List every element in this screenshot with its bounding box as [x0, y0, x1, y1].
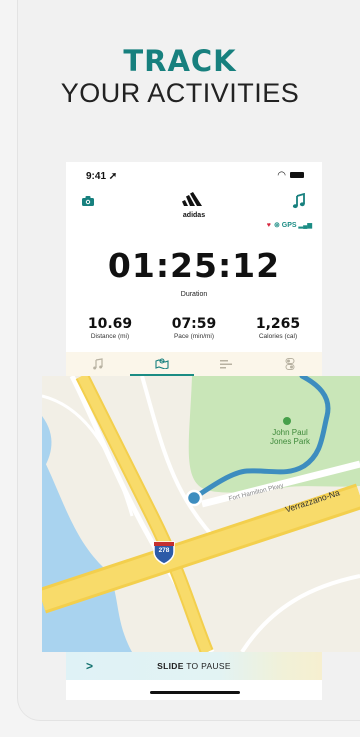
home-indicator[interactable]	[150, 691, 240, 694]
route-start-marker	[185, 489, 203, 507]
tab-settings[interactable]	[258, 352, 322, 376]
headline-subtitle: YOUR ACTIVITIES	[60, 78, 300, 108]
highway-shield-number: 278	[158, 547, 170, 554]
route-map[interactable]: John Paul Jones Park Fort Hamilton Pkwy …	[42, 376, 360, 652]
view-tabbar	[66, 352, 322, 376]
sensor-status: ♥ ⊚ GPS ▂▄▆	[267, 221, 312, 229]
toggle-icon	[285, 358, 295, 370]
signal-icon: ⊚	[273, 222, 280, 229]
camera-icon[interactable]	[82, 196, 94, 206]
wifi-icon: ◠	[277, 170, 286, 181]
stat-value: 10.69	[87, 316, 133, 332]
gps-label: GPS	[281, 222, 297, 229]
stat-value: 1,265	[255, 316, 301, 332]
stats-icon	[220, 360, 232, 369]
stat-pace: 07:59 Pace (min/mi)	[154, 316, 234, 340]
battery-icon	[290, 172, 304, 179]
stat-calories: 1,265 Calories (cal)	[238, 316, 318, 340]
music-icon	[93, 358, 103, 370]
gps-signal-bars-icon: ▂▄▆	[298, 223, 312, 229]
headline-title: TRACK	[123, 44, 237, 78]
tab-stats[interactable]	[194, 352, 258, 376]
heart-icon: ♥	[266, 222, 271, 229]
stat-label: Distance (mi)	[90, 333, 130, 340]
status-time: 9:41 ➚	[86, 171, 118, 182]
tab-map[interactable]	[130, 352, 194, 376]
duration-label: Duration	[180, 291, 208, 298]
stat-value: 07:59	[171, 316, 217, 332]
location-arrow-icon: ➚	[108, 171, 118, 182]
stat-distance: 10.69 Distance (mi)	[70, 316, 150, 340]
stat-label: Pace (min/mi)	[173, 333, 215, 340]
slide-label: SLIDE TO PAUSE	[157, 661, 231, 671]
map-icon	[155, 358, 169, 369]
duration-value: 01:25:12	[107, 246, 281, 285]
park-label: John Paul Jones Park	[269, 428, 311, 447]
music-note-icon[interactable]	[292, 193, 306, 209]
stat-label: Calories (cal)	[258, 333, 298, 340]
tab-music[interactable]	[66, 352, 130, 376]
slide-to-pause-control[interactable]: > SLIDE TO PAUSE	[66, 652, 322, 680]
adidas-logo: adidas	[177, 192, 211, 219]
adidas-logo-icon	[182, 192, 202, 206]
bottom-controls: > SLIDE TO PAUSE	[66, 652, 322, 700]
status-icons: ◠	[277, 170, 304, 181]
